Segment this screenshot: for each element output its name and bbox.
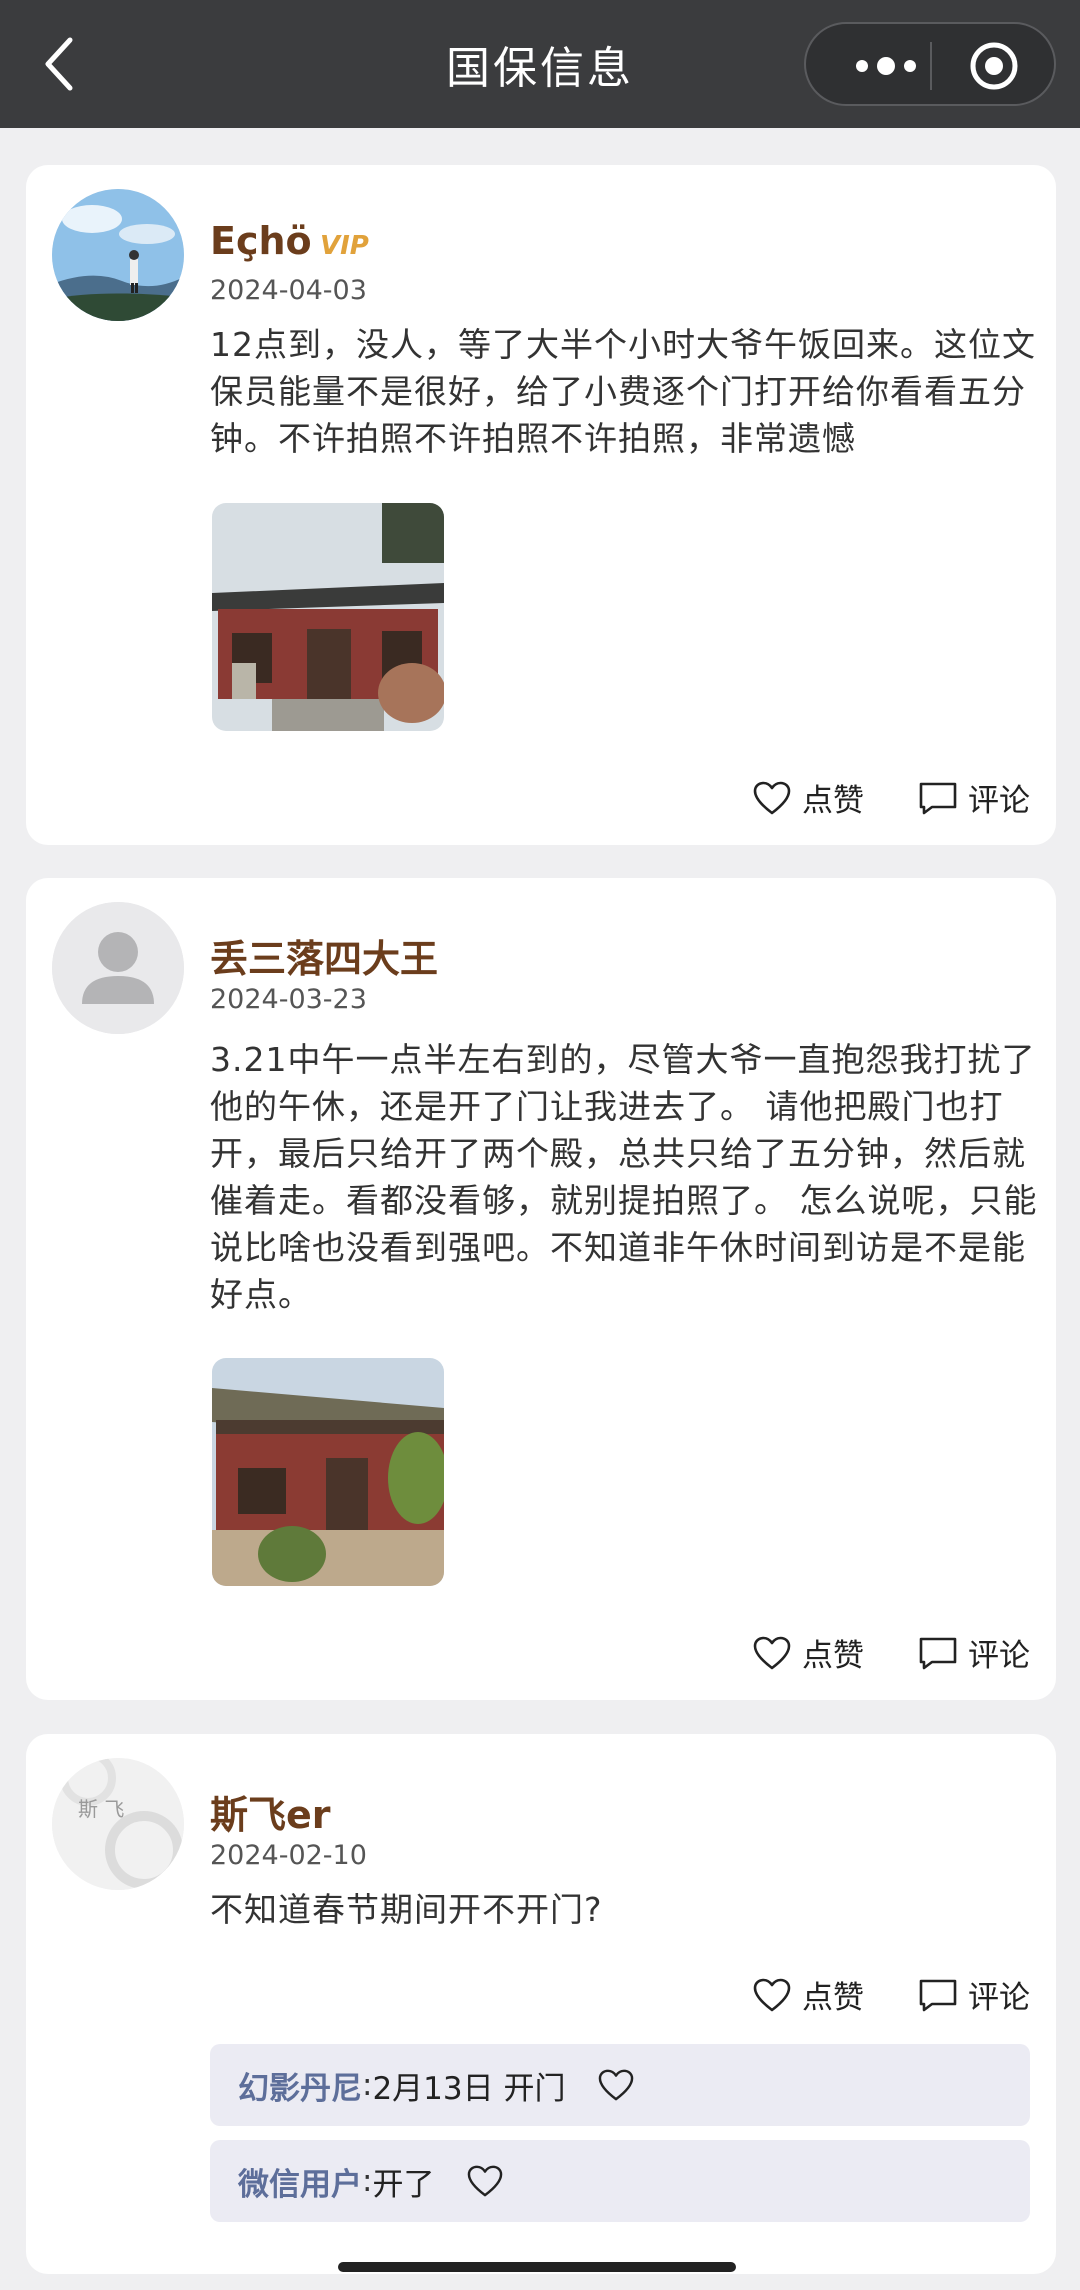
post-content: 12点到，没人，等了大半个小时大爷午饭回来。这位文保员能量不是很好，给了小费逐个… <box>210 325 1036 458</box>
like-button[interactable]: 点赞 <box>752 775 864 820</box>
post-date: 2024-02-10 <box>210 1840 367 1871</box>
comment-icon <box>919 1979 957 2011</box>
reply-text: 2月13日 开门 <box>372 2070 566 2107</box>
like-label: 点赞 <box>802 1980 864 2016</box>
comment-card: 丢三落四大王 2024-03-23 3.21中午一点半左右到的，尽管大爷一直抱怨… <box>26 878 1056 1700</box>
more-options-icon[interactable] <box>842 46 942 86</box>
post-photo[interactable] <box>212 1358 444 1586</box>
reply-like-heart-icon[interactable] <box>597 2068 635 2102</box>
reply-username[interactable]: 微信用户 <box>238 2159 362 2204</box>
reply-item: 幻影丹尼 : 2月13日 开门 <box>210 2044 1030 2126</box>
post-photo[interactable] <box>212 503 444 731</box>
avatar[interactable] <box>52 902 184 1034</box>
reply-separator: : <box>362 2067 373 2103</box>
comment-label: 评论 <box>968 1638 1030 1674</box>
reply-username[interactable]: 幻影丹尼 <box>238 2063 362 2108</box>
comment-button[interactable]: 评论 <box>918 1630 1030 1675</box>
comment-icon <box>919 1637 957 1669</box>
mini-program-capsule <box>804 22 1056 106</box>
like-label: 点赞 <box>802 1638 864 1674</box>
avatar[interactable]: 斯 飞 <box>52 1758 184 1890</box>
post-content: 不知道春节期间开不开门? <box>210 1890 603 1929</box>
avatar[interactable] <box>52 189 184 321</box>
username[interactable]: Eçhö <box>210 219 312 263</box>
comment-card: 斯 飞 斯飞er 2024-02-10 不知道春节期间开不开门? 点赞 评论 幻… <box>26 1734 1056 2274</box>
post-date: 2024-04-03 <box>210 275 367 306</box>
username[interactable]: 斯飞er <box>210 1784 331 1839</box>
reply-like-heart-icon[interactable] <box>466 2164 504 2198</box>
home-indicator[interactable] <box>338 2262 736 2272</box>
vip-badge: VIP <box>320 231 369 261</box>
heart-icon <box>753 1636 791 1669</box>
svg-text:斯 飞: 斯 飞 <box>78 1797 124 1821</box>
heart-icon <box>753 1978 791 2011</box>
like-button[interactable]: 点赞 <box>752 1972 864 2017</box>
reply-text: 开了 <box>372 2166 435 2203</box>
like-label: 点赞 <box>802 783 864 819</box>
navigation-bar: 国保信息 <box>0 0 1080 128</box>
reply-item: 微信用户 : 开了 <box>210 2140 1030 2222</box>
close-mini-program-icon[interactable] <box>968 40 1020 92</box>
heart-icon <box>753 781 791 814</box>
comment-label: 评论 <box>968 1980 1030 2016</box>
username[interactable]: 丢三落四大王 <box>210 928 438 983</box>
capsule-divider <box>930 42 932 90</box>
comment-button[interactable]: 评论 <box>918 775 1030 820</box>
comment-label: 评论 <box>968 783 1030 819</box>
comment-icon <box>919 782 957 814</box>
comment-button[interactable]: 评论 <box>918 1972 1030 2017</box>
comment-card: Eçhö VIP 2024-04-03 12点到，没人，等了大半个小时大爷午饭回… <box>26 165 1056 845</box>
post-content: 3.21中午一点半左右到的，尽管大爷一直抱怨我打扰了他的午休，还是开了门让我进去… <box>210 1040 1038 1314</box>
post-date: 2024-03-23 <box>210 984 367 1015</box>
like-button[interactable]: 点赞 <box>752 1630 864 1675</box>
reply-separator: : <box>362 2163 373 2199</box>
